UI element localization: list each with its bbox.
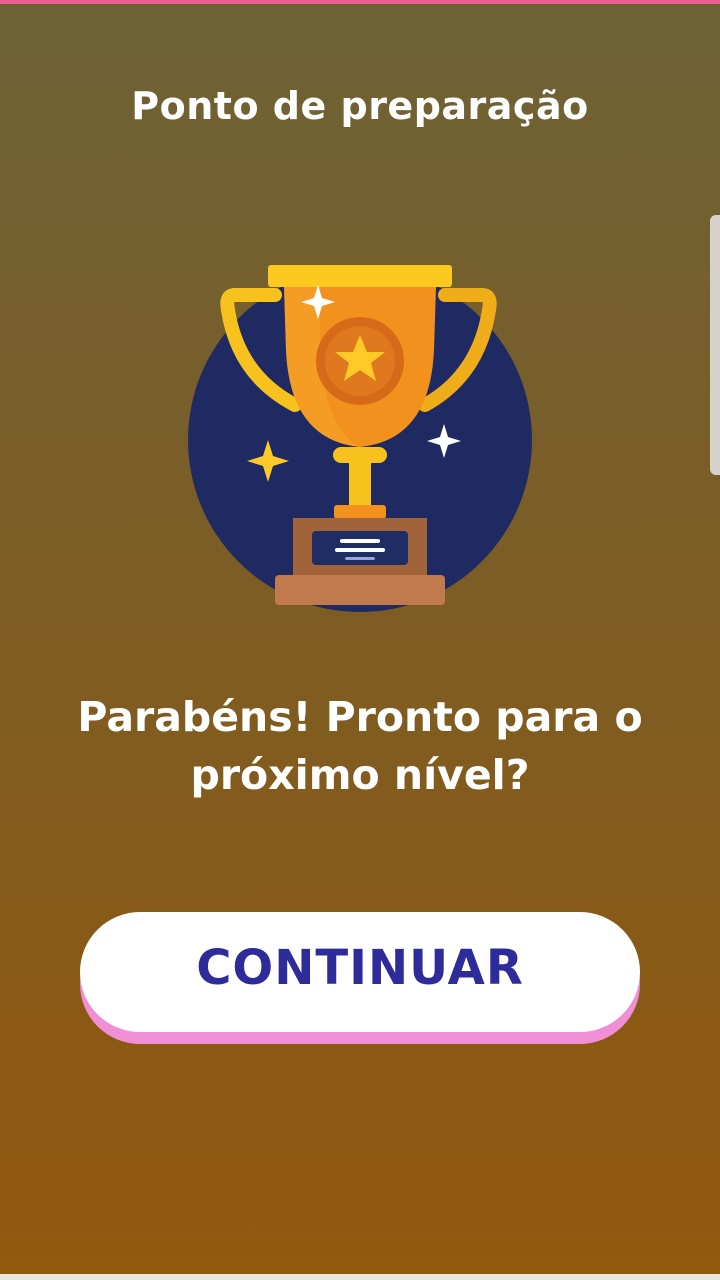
- continue-button-label: CONTINUAR: [196, 940, 524, 996]
- trophy-illustration: [180, 255, 540, 615]
- page-title: Ponto de preparação: [131, 84, 589, 128]
- continue-button[interactable]: CONTINUAR: [80, 912, 640, 1032]
- trophy-icon: [188, 265, 532, 612]
- scroll-indicator[interactable]: [710, 215, 720, 475]
- congratulations-message: Parabéns! Pronto para o próximo nível?: [77, 693, 643, 799]
- bottom-system-bar: [0, 1274, 720, 1280]
- top-accent-bar: [0, 0, 720, 4]
